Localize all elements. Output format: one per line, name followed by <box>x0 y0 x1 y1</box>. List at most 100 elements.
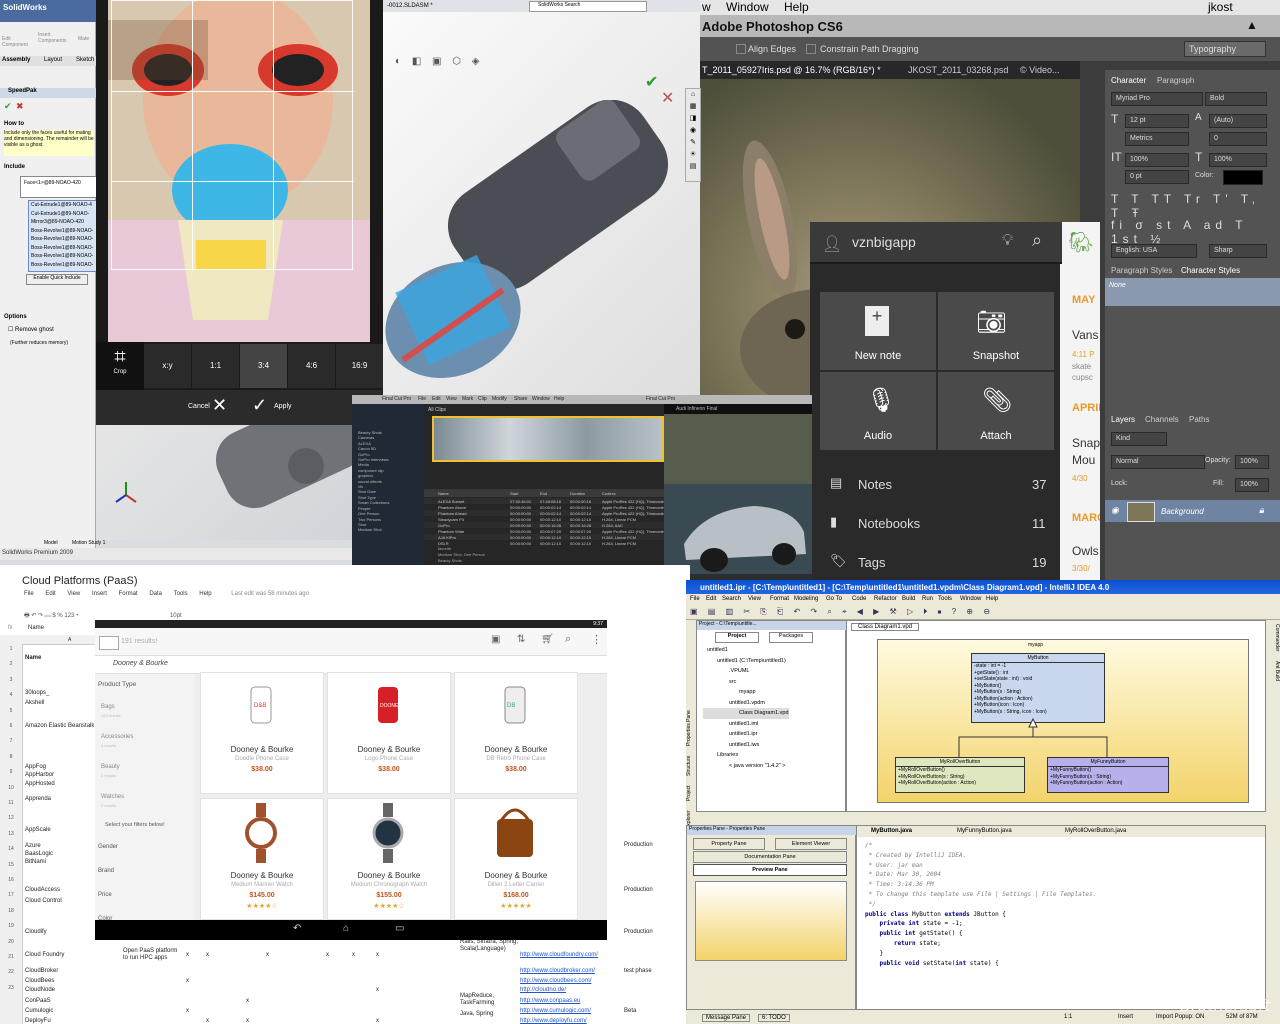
document-title[interactable]: Cloud Platforms (PaaS) <box>22 575 138 587</box>
code-line[interactable]: * Date: Mar 30, 2004 <box>865 870 1096 880</box>
opentype-buttons[interactable]: fi σ st A ad T 1st ½ <box>1111 218 1280 246</box>
font-size-field[interactable]: 12 pt <box>1125 114 1189 128</box>
doc-tab[interactable]: © Video... <box>1020 65 1060 75</box>
leading-field[interactable]: (Auto) <box>1209 114 1267 128</box>
ij-menu-item[interactable]: Run <box>922 596 933 602</box>
tab-paragraph-styles[interactable]: Paragraph Styles <box>1111 266 1172 275</box>
row-number[interactable]: 1 <box>0 646 22 652</box>
url-cell[interactable]: http://www.cumulogic.com/ <box>520 1008 591 1014</box>
filter-option[interactable]: Beauty <box>101 764 120 770</box>
ij-menu-item[interactable]: Build <box>902 596 915 602</box>
tool-tab[interactable]: Ant Build <box>1274 661 1280 681</box>
tree-node[interactable]: .VPUML <box>703 666 843 677</box>
platform-name-cell[interactable]: Cloud Foundry <box>25 952 64 958</box>
fc-menu-item[interactable]: Share <box>514 396 527 402</box>
new-note-tile[interactable]: + New note <box>820 292 936 370</box>
feature-item[interactable]: Boss-Revolve1@89-NOAO- <box>31 261 97 270</box>
fc-menu-item[interactable]: Window <box>532 396 550 402</box>
preview-pane-button[interactable]: Preview Pane <box>693 864 847 876</box>
message-pane-tab[interactable]: Message Pane <box>702 1014 751 1022</box>
col-start[interactable]: Start <box>510 491 518 496</box>
row-number[interactable]: 20 <box>0 939 22 945</box>
row-number[interactable]: 3 <box>0 677 22 683</box>
x-mark-cell[interactable]: x <box>206 1018 209 1024</box>
diagram-editor[interactable]: Class Diagram1.vpd myapp MyButton -state … <box>846 620 1266 812</box>
menu-edit[interactable]: Edit <box>45 591 55 597</box>
code-line[interactable]: public class MyButton extends JButton { <box>865 910 1096 920</box>
check-icon[interactable]: ✔ <box>4 101 12 112</box>
feature-item[interactable]: Boss-Revolve1@89-NOAO- <box>31 235 97 244</box>
platform-name-cell[interactable]: 30loops_ <box>25 690 49 696</box>
tab-project[interactable]: Project <box>715 632 759 643</box>
platform-name-cell[interactable]: CloudBees <box>25 978 54 984</box>
code-line[interactable]: * Created by IntelliJ IDEA. <box>865 851 1096 861</box>
documentation-pane-button[interactable]: Documentation Pane <box>693 851 847 863</box>
ps-menu-window[interactable]: Window <box>726 0 769 14</box>
ij-menu-item[interactable]: Edit <box>706 596 716 602</box>
back-icon[interactable]: ↶ <box>293 923 301 934</box>
platform-name-cell[interactable]: AppHarbor <box>25 772 54 778</box>
fc-menu-item[interactable]: Final Cut Pro <box>382 396 411 402</box>
ij-menu-item[interactable]: View <box>748 596 761 602</box>
constrain-checkbox[interactable] <box>806 44 816 54</box>
file-tab[interactable]: MyFunnyButton.java <box>957 828 1012 834</box>
sw-search-input[interactable]: SolidWorks Search <box>529 1 647 12</box>
url-cell[interactable]: http://www.cloudbees.com/ <box>520 978 591 984</box>
menu-format[interactable]: Format <box>119 591 138 597</box>
fc-menu-item[interactable]: Clip <box>478 396 487 402</box>
ps-menu-help[interactable]: Help <box>784 0 809 14</box>
tab-paths[interactable]: Paths <box>1189 415 1209 424</box>
ij-menu-item[interactable]: File <box>690 596 700 602</box>
col-header-a[interactable]: A <box>68 637 71 643</box>
language-cell[interactable]: Rails, Sinatra, Spring; Scala(Language) <box>460 939 520 953</box>
layer-filter-select[interactable]: Kind <box>1111 432 1167 446</box>
fill-field[interactable]: 100% <box>1235 478 1269 492</box>
platform-name-cell[interactable]: AppScale <box>25 827 51 833</box>
tree-node[interactable]: src <box>703 677 843 688</box>
row-number[interactable]: 10 <box>0 785 22 791</box>
edit-component-button[interactable]: Edit Component <box>2 36 28 48</box>
tree-node[interactable]: untitled1.iml <box>703 719 843 730</box>
col-name[interactable]: Name <box>438 491 449 496</box>
hscale-field[interactable]: 100% <box>1209 153 1267 167</box>
quick-include-button[interactable]: Enable Quick Include <box>26 274 88 285</box>
fc-menu-item[interactable]: View <box>446 396 457 402</box>
confirm-check-icon[interactable]: ✔ <box>645 72 658 92</box>
cancel-button[interactable]: Cancel <box>188 403 210 410</box>
insert-components-button[interactable]: Insert Components <box>38 32 68 44</box>
save-icon[interactable]: ▣ <box>491 634 500 645</box>
recent-notes-list[interactable]: MAY Vans 4:11 P skate cupsc APRIL Snap M… <box>1060 264 1100 580</box>
tracking-field[interactable]: 0 <box>1209 132 1267 146</box>
code-line[interactable]: } <box>865 949 1096 959</box>
close-icon[interactable]: ✖ <box>16 101 24 112</box>
x-mark-cell[interactable]: x <box>266 952 269 958</box>
x-mark-cell[interactable]: x <box>326 952 329 958</box>
row-number[interactable]: 4 <box>0 692 22 698</box>
search-query[interactable]: Dooney & Bourke <box>113 660 168 667</box>
platform-name-cell[interactable]: Cumulogic <box>25 1008 53 1014</box>
code-line[interactable]: * To change this template use File | Set… <box>865 890 1097 900</box>
file-tab[interactable]: MyRollOverButton.java <box>1065 828 1126 834</box>
remove-ghost-checkbox[interactable]: ☐ Remove ghost <box>8 326 54 333</box>
product-card[interactable]: Dooney & Bourke Medium Chronograph Watch $… <box>327 798 451 920</box>
tree-node[interactable]: untitled1.iws <box>703 740 843 751</box>
vscale-field[interactable]: 100% <box>1125 153 1189 167</box>
library-item[interactable]: Smart Collections <box>358 500 389 505</box>
tool-tab[interactable]: Commander <box>1274 624 1280 652</box>
task-pane-tabs[interactable]: ⌂ ▦ ◨ ◉ ✎ ☀ ▤ <box>685 88 701 182</box>
tab-model[interactable]: Model <box>44 540 58 546</box>
facet-gender[interactable]: Gender <box>98 844 118 850</box>
antialias-select[interactable]: Sharp <box>1209 244 1267 258</box>
tab-sketch[interactable]: Sketch <box>76 57 94 63</box>
face-list[interactable]: Face<1>@89-NOAO-420 <box>20 176 102 198</box>
platform-name-cell[interactable]: Azure <box>25 843 41 849</box>
property-pane-button[interactable]: Property Pane <box>693 838 765 850</box>
cart-icon[interactable]: 🛒︎ <box>541 634 554 645</box>
menu-help[interactable]: Help <box>199 591 211 597</box>
product-card[interactable]: DOONEY Dooney & Bourke Logo Phone Case $38.… <box>327 672 451 794</box>
row-number[interactable]: 21 <box>0 954 22 960</box>
snapshot-tile[interactable]: 📷︎ Snapshot <box>938 292 1054 370</box>
code-line[interactable]: * User: jar man <box>865 861 1096 871</box>
overflow-menu-icon[interactable]: ⋮ <box>591 633 602 646</box>
platform-name-cell[interactable]: AppFog <box>25 764 46 770</box>
